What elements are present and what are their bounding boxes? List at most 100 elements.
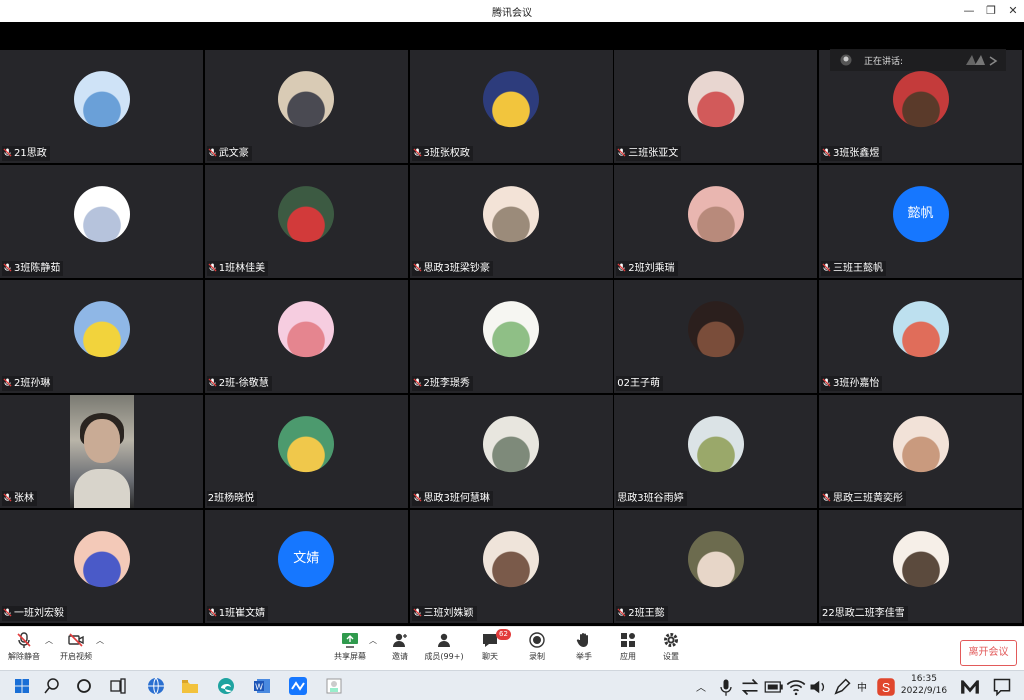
participant-avatar [278,185,335,242]
tray-volume-icon[interactable] [808,677,828,697]
participant-name-label: 22思政二班李佳雪 [821,606,908,621]
participant-name: 2班刘乘瑞 [628,263,675,274]
participant-name-label: 张林 [2,491,37,506]
participant-name: 2班杨晓悦 [207,493,255,504]
participant-tile[interactable]: 2班王懿 [614,510,818,623]
participant-name: 3班张鑫煜 [833,148,880,159]
participant-tile[interactable]: 三班刘姝颖 [409,510,613,623]
microphone-muted-icon [17,632,31,648]
muted-mic-icon [412,493,422,502]
tray-battery-icon[interactable] [764,677,784,697]
cortana-circle-icon[interactable] [74,676,94,696]
settings-button[interactable]: 设置 [643,631,699,662]
participant-name-label: 一班刘宏毅 [2,606,67,621]
participant-name-label: 1班林佳美 [206,261,269,276]
participant-tile[interactable]: 文婧 1班崔文婧 [204,510,408,623]
participant-avatar: 懿帆 [892,185,949,242]
participant-tile[interactable]: 2班-徐敬慧 [204,280,408,393]
meeting-toolbar: 解除静音 ︿ 开启视频 ︿ 共享屏幕 ︿ 邀请 成员(99+) 62 聊天 录制… [0,626,1024,671]
apps-grid-icon [621,633,635,647]
participant-tile[interactable]: 2班孙琳 [0,280,203,393]
close-window-button[interactable]: ✕ [1002,3,1024,19]
participant-avatar [892,415,949,472]
participant-tile[interactable]: 21思政 [0,50,203,163]
participant-avatar [483,185,539,242]
word-app-icon[interactable]: W [252,676,272,696]
participant-tile[interactable]: 3班陈静茹 [0,165,203,278]
tencent-meeting-app-icon[interactable] [288,676,308,696]
tray-ime-indicator[interactable]: 中 [857,679,867,694]
participant-tile[interactable]: 思政3班梁钞豪 [409,165,613,278]
participant-tile[interactable]: 一班刘宏毅 [0,510,203,623]
search-icon[interactable] [42,676,62,696]
participant-tile[interactable]: 2班李璟秀 [409,280,613,393]
participant-name-label: 3班孙嘉怡 [821,376,883,391]
participant-name-label: 三班王懿帆 [821,261,886,276]
minimize-button[interactable]: — [958,3,980,19]
participant-name-label: 思政3班梁钞豪 [411,261,493,276]
participant-tile[interactable]: 思政3班谷雨婷 [614,395,818,508]
participant-avatar [73,300,130,357]
participant-tile[interactable]: 张林 [0,395,203,508]
participant-tile[interactable]: 2班刘乘瑞 [614,165,818,278]
tray-app-red-icon[interactable]: S [876,677,896,697]
participant-tile[interactable]: 三班张亚文 [614,50,818,163]
participant-name: 3班张权政 [423,148,470,159]
participant-tile[interactable]: 1班林佳美 [204,165,408,278]
task-view-icon[interactable] [108,676,128,696]
participant-name-label: 2班杨晓悦 [206,491,258,506]
participant-tile[interactable]: 02王子萌 [614,280,818,393]
participant-name-label: 2班-徐敬慧 [206,376,272,391]
tray-microphone-icon[interactable] [716,677,736,697]
active-window-thumbnail-icon[interactable] [324,676,344,696]
participant-name: 22思政二班李佳雪 [822,608,905,619]
muted-mic-icon [208,378,217,387]
participant-avatar [73,530,130,587]
video-options-caret[interactable]: ︿ [96,635,104,646]
participant-name-label: 2班刘乘瑞 [616,261,678,276]
participant-name: 三班王懿帆 [833,263,883,274]
tray-network-switch-icon[interactable] [740,677,760,697]
tray-chevron-icon[interactable]: ︿ [696,679,706,694]
participant-tile[interactable]: 22思政二班李佳雪 [819,510,1022,623]
svg-text:S: S [882,681,890,695]
participant-tile[interactable]: 3班张权政 [409,50,613,163]
participant-tile[interactable]: 懿帆三班王懿帆 [819,165,1022,278]
participant-tile[interactable]: 思政三班黄奕彤 [819,395,1022,508]
participant-name-label: 思政三班黄奕彤 [821,491,906,506]
participant-name: 3班孙嘉怡 [833,378,880,389]
participant-tile[interactable]: 武文豪 [204,50,408,163]
tray-pen-icon[interactable] [832,677,852,697]
windows-start-icon[interactable] [12,676,32,696]
participant-name-label: 21思政 [2,146,50,161]
participant-avatar [278,70,335,127]
participant-tile[interactable]: 3班孙嘉怡 [819,280,1022,393]
notifications-icon[interactable] [992,677,1012,697]
muted-mic-icon [208,148,217,157]
muted-mic-icon [822,148,831,157]
tray-wifi-icon[interactable] [786,677,806,697]
muted-mic-icon [412,608,422,617]
browser-globe-icon[interactable] [146,676,166,696]
participant-name: 2班-徐敬慧 [218,378,269,389]
muted-mic-icon [412,378,422,387]
participant-tile[interactable]: 思政3班何慧琳 [409,395,613,508]
participant-name-label: 三班张亚文 [616,146,682,161]
file-explorer-icon[interactable] [180,676,200,696]
taskbar-time: 16:35 [911,674,937,684]
tray-m-logo-icon[interactable] [960,677,980,697]
settings-label: 设置 [663,652,679,661]
muted-mic-icon [3,263,12,272]
window-title: 腾讯会议 [492,8,532,19]
muted-mic-icon [822,493,831,502]
muted-mic-icon [412,263,422,272]
taskbar-clock[interactable]: 16:35 2022/9/16 [896,673,952,697]
muted-mic-icon [208,608,217,617]
muted-mic-icon [617,608,626,617]
restore-button[interactable]: ❐ [980,3,1002,19]
leave-meeting-button[interactable]: 离开会议 [960,640,1017,666]
participant-tile[interactable]: 2班杨晓悦 [204,395,408,508]
participant-avatar [483,415,539,472]
edge-browser-icon[interactable] [216,676,236,696]
participant-name: 三班刘姝颖 [423,608,474,619]
